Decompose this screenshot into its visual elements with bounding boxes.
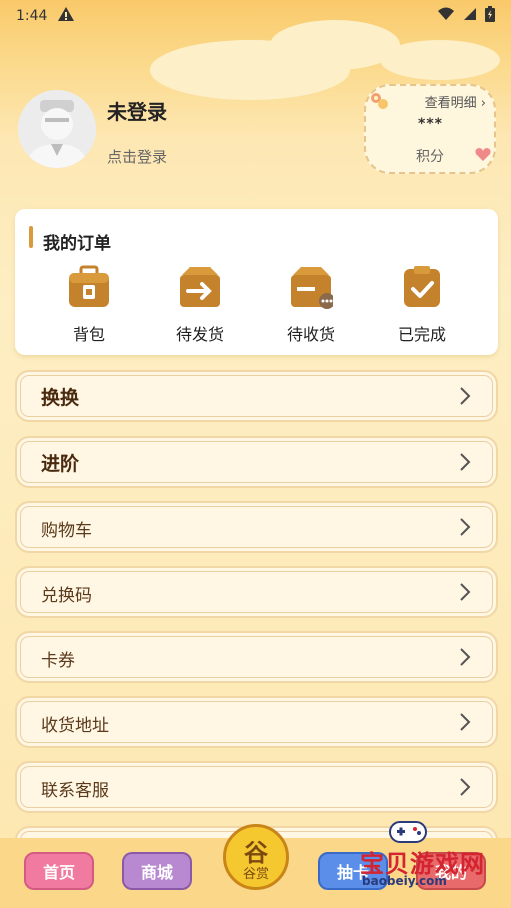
nav-mall-button[interactable]: 商城 — [122, 852, 192, 890]
avatar[interactable] — [18, 90, 96, 168]
menu-item-label: 换换 — [41, 387, 80, 409]
points-value: *** — [418, 116, 443, 132]
battery-icon — [485, 6, 495, 26]
orders-card: 我的订单 背包 待发货 待收货 已完成 — [15, 209, 498, 355]
menu-item-label: 联系客服 — [41, 781, 109, 801]
order-item-backpack[interactable]: 背包 — [45, 263, 133, 347]
status-bar: 1:44 — [0, 0, 511, 32]
menu-item-label: 兑换码 — [41, 586, 92, 606]
menu-item-label: 进阶 — [41, 453, 80, 475]
status-time: 1:44 — [16, 8, 48, 24]
nav-center-button[interactable]: 谷 谷赏 — [223, 824, 289, 890]
heart-icon — [474, 146, 492, 166]
completed-icon — [404, 266, 440, 307]
points-label: 积分 — [416, 149, 444, 165]
watermark: 宝贝游戏网 baobeiy.com — [350, 818, 500, 898]
menu-item-exchange[interactable]: 换换 — [15, 370, 498, 422]
chevron-right-icon — [460, 778, 471, 796]
to-receive-icon — [291, 267, 333, 309]
username: 未登录 — [107, 100, 167, 124]
to-ship-icon — [180, 267, 220, 307]
signal-icon — [463, 7, 477, 25]
nav-home-button[interactable]: 首页 — [24, 852, 94, 890]
order-label: 背包 — [72, 325, 105, 344]
nav-center-label: 谷赏 — [242, 867, 269, 882]
watermark-url: baobeiy.com — [362, 874, 447, 888]
order-item-completed[interactable]: 已完成 — [378, 263, 466, 347]
points-card[interactable]: 查看明细 › *** 积分 — [364, 84, 496, 174]
chevron-right-icon — [460, 518, 471, 536]
menu-item-cart[interactable]: 购物车 — [15, 501, 498, 553]
chevron-right-icon — [460, 648, 471, 666]
chevron-right-icon — [460, 453, 471, 471]
order-label: 待发货 — [175, 325, 224, 344]
chevron-right-icon — [460, 713, 471, 731]
order-label: 待收货 — [286, 325, 335, 344]
chevron-right-icon — [460, 583, 471, 601]
points-detail-link[interactable]: 查看明细 › — [425, 92, 486, 111]
nav-home-label: 首页 — [42, 863, 75, 882]
cloud-decoration — [380, 40, 500, 80]
order-item-to-receive[interactable]: 待收货 — [267, 263, 355, 347]
wifi-icon — [437, 7, 455, 25]
flower-icon — [368, 90, 394, 116]
backpack-icon — [69, 265, 109, 307]
menu-item-advance[interactable]: 进阶 — [15, 436, 498, 488]
orders-title: 我的订单 — [43, 234, 111, 254]
login-link[interactable]: 点击登录 — [107, 146, 167, 167]
menu-item-label: 卡券 — [41, 651, 75, 671]
menu-item-coupons[interactable]: 卡券 — [15, 631, 498, 683]
menu-item-address[interactable]: 收货地址 — [15, 696, 498, 748]
menu-item-customer-service[interactable]: 联系客服 — [15, 761, 498, 813]
gamepad-icon — [389, 821, 427, 843]
order-item-to-ship[interactable]: 待发货 — [156, 263, 244, 347]
chevron-right-icon — [460, 387, 471, 405]
order-label: 已完成 — [397, 325, 446, 344]
nav-mall-label: 商城 — [140, 863, 173, 882]
orders-title-bar — [29, 226, 33, 248]
warning-icon — [57, 6, 75, 26]
menu-item-label: 收货地址 — [41, 716, 109, 736]
menu-item-label: 购物车 — [41, 521, 92, 541]
menu-item-redeem-code[interactable]: 兑换码 — [15, 566, 498, 618]
